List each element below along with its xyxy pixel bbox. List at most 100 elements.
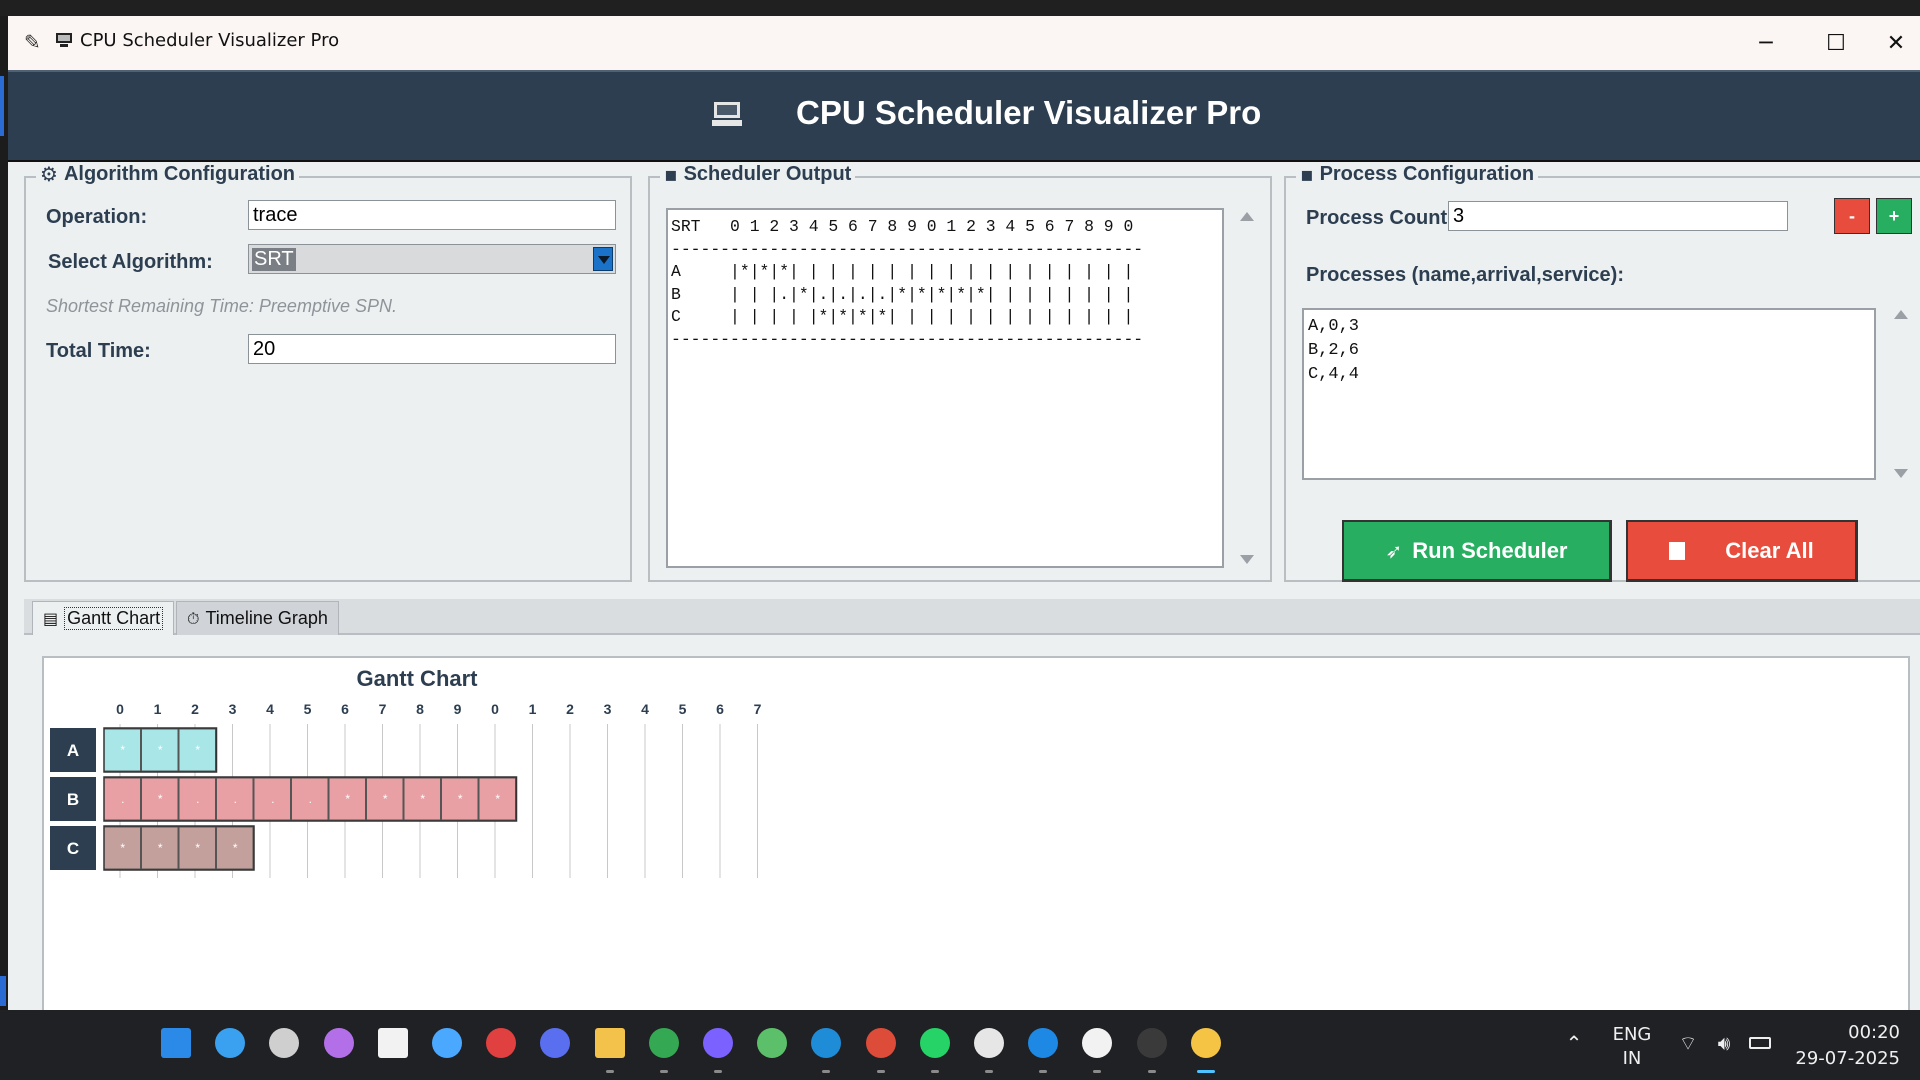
scroll-down-icon[interactable] bbox=[1894, 469, 1908, 478]
language-indicator[interactable]: ENG bbox=[1610, 1024, 1654, 1045]
maps-icon bbox=[648, 1028, 679, 1058]
scroll-up-icon[interactable] bbox=[1240, 212, 1254, 221]
operation-input[interactable]: trace bbox=[248, 200, 616, 230]
show-hidden-icons-button[interactable]: ⌃ bbox=[1554, 1023, 1594, 1063]
gantt-cell-label: . bbox=[271, 792, 274, 806]
algorithm-config-title-text: Algorithm Configuration bbox=[63, 162, 296, 185]
run-scheduler-label: Run Scheduler bbox=[1412, 537, 1568, 563]
row-label: B bbox=[67, 790, 79, 809]
taskbar-edge-icon[interactable] bbox=[806, 1023, 846, 1073]
windows-start-icon bbox=[161, 1028, 191, 1058]
total-time-label: Total Time: bbox=[46, 340, 151, 362]
taskbar-help-icon[interactable] bbox=[427, 1023, 467, 1063]
processes-content: A,0,3 B,2,6 C,4,4 bbox=[1308, 317, 1360, 384]
scheduler-output-panel: ▪ Scheduler Output SRT 0 1 2 3 4 5 6 7 8… bbox=[648, 162, 1272, 582]
taskbar-file-explorer-icon[interactable] bbox=[590, 1023, 630, 1073]
taskbar-vscode-icon[interactable] bbox=[1023, 1023, 1063, 1073]
title-bar: ✎ CPU Scheduler Visualizer Pro ─ ☐ ✕ bbox=[8, 16, 1920, 70]
close-button[interactable]: ✕ bbox=[1872, 16, 1920, 70]
taskbar-search-icon[interactable] bbox=[210, 1023, 250, 1063]
processes-textarea[interactable]: A,0,3 B,2,6 C,4,4 bbox=[1302, 308, 1876, 480]
decrement-button[interactable]: - bbox=[1834, 198, 1870, 234]
tick-label: 7 bbox=[379, 701, 387, 717]
help-icon bbox=[432, 1028, 462, 1058]
algorithm-config-title: ⚙ Algorithm Configuration bbox=[36, 162, 300, 186]
scroll-up-icon[interactable] bbox=[1894, 310, 1908, 319]
app-header: CPU Scheduler Visualizer Pro bbox=[8, 70, 1920, 162]
gantt-cell-label: * bbox=[383, 792, 388, 806]
taskbar-chrome-icon[interactable] bbox=[861, 1023, 901, 1073]
taskbar-gemini-icon[interactable] bbox=[698, 1023, 738, 1073]
scroll-down-icon[interactable] bbox=[1240, 555, 1254, 564]
increment-button[interactable]: + bbox=[1876, 198, 1912, 234]
taskbar-chatgpt-icon[interactable] bbox=[969, 1023, 1009, 1073]
process-count-label: Process Count: bbox=[1306, 207, 1454, 229]
whatsapp-icon bbox=[919, 1028, 950, 1058]
volume-icon[interactable]: 🔊︎ bbox=[1704, 1023, 1744, 1063]
run-scheduler-button[interactable]: ➶ Run Scheduler bbox=[1342, 520, 1612, 582]
taskbar-microsoft-store-icon[interactable] bbox=[373, 1023, 413, 1063]
taskbar-visual-studio-icon[interactable] bbox=[535, 1023, 575, 1063]
clear-all-button[interactable]: Clear All bbox=[1626, 520, 1858, 582]
taskbar-copilot-icon[interactable] bbox=[319, 1023, 359, 1063]
file-explorer-icon bbox=[594, 1028, 625, 1058]
font-app-icon bbox=[1082, 1028, 1113, 1058]
gantt-chart: Gantt Chart 0 1 2 3 4 5 6 7 8 9 0 1 2 3 4 5 6 7 A * * * B. *....… bbox=[50, 666, 762, 878]
tick-label: 1 bbox=[529, 701, 537, 717]
maximize-icon: ☐ bbox=[1826, 30, 1846, 56]
rocket-icon: ➶ bbox=[1385, 538, 1403, 563]
maximize-button[interactable]: ☐ bbox=[1802, 16, 1870, 70]
algorithm-label: Select Algorithm: bbox=[48, 251, 213, 273]
taskbar-maps-icon[interactable] bbox=[644, 1023, 684, 1073]
notebook-tabbar: ▤ Gantt Chart ⏱ Timeline Graph bbox=[24, 599, 1920, 635]
gantt-cell-label: * bbox=[158, 792, 163, 806]
process-count-input[interactable]: 3 bbox=[1448, 201, 1788, 231]
mathworks-icon bbox=[486, 1028, 517, 1058]
taskbar-task-view-icon[interactable] bbox=[264, 1023, 304, 1063]
gantt-cell-label: * bbox=[120, 743, 125, 757]
taskbar-terminal-icon[interactable] bbox=[1132, 1023, 1172, 1073]
algorithm-select[interactable]: SRT bbox=[248, 244, 616, 274]
microsoft-store-icon bbox=[377, 1028, 408, 1058]
gantt-cell-label: * bbox=[158, 743, 163, 757]
tick-label: 7 bbox=[754, 701, 762, 717]
gemini-icon bbox=[703, 1028, 733, 1058]
tick-label: 0 bbox=[116, 701, 124, 717]
taskbar-whatsapp-icon[interactable] bbox=[915, 1023, 955, 1073]
gantt-cell-label: * bbox=[158, 841, 163, 855]
gantt-cell-label: * bbox=[195, 841, 200, 855]
wifi-icon[interactable]: ⌔ bbox=[1668, 1023, 1708, 1063]
taskbar-mathworks-icon[interactable] bbox=[481, 1023, 521, 1063]
close-icon: ✕ bbox=[1886, 30, 1906, 56]
stopwatch-icon: ⏱ bbox=[187, 608, 200, 628]
total-time-input[interactable]: 20 bbox=[248, 334, 616, 364]
taskbar-people-icon[interactable] bbox=[752, 1023, 792, 1063]
row-label: A bbox=[67, 741, 79, 760]
tick-label: 5 bbox=[679, 701, 687, 717]
people-icon bbox=[757, 1028, 788, 1058]
battery-icon[interactable] bbox=[1740, 1023, 1780, 1063]
clock-time[interactable]: 00:20 bbox=[1796, 1022, 1900, 1043]
tab-gantt-chart[interactable]: ▤ Gantt Chart bbox=[32, 601, 175, 635]
gear-icon: ⚙ bbox=[40, 162, 58, 186]
vscode-icon bbox=[1028, 1028, 1059, 1058]
tick-label: 4 bbox=[266, 701, 274, 717]
chevron-down-icon[interactable] bbox=[593, 247, 613, 271]
clock-date[interactable]: 29-07-2025 bbox=[1790, 1048, 1900, 1069]
minimize-button[interactable]: ─ bbox=[1732, 16, 1800, 70]
tick-label: 0 bbox=[491, 701, 499, 717]
taskbar-windows-start-icon[interactable] bbox=[156, 1023, 196, 1063]
clipboard-icon: ▪ bbox=[1300, 162, 1314, 186]
tick-label: 3 bbox=[229, 701, 237, 717]
tick-label: 4 bbox=[641, 701, 649, 717]
scheduler-output-text[interactable]: SRT 0 1 2 3 4 5 6 7 8 9 0 1 2 3 4 5 6 7 … bbox=[666, 208, 1224, 568]
chrome-icon bbox=[865, 1028, 896, 1058]
taskbar-font-app-icon[interactable] bbox=[1077, 1023, 1117, 1073]
taskbar-python-icon[interactable] bbox=[1186, 1023, 1226, 1073]
trash-icon bbox=[1669, 541, 1686, 560]
output-scrollbar[interactable] bbox=[1236, 212, 1256, 564]
processes-scrollbar[interactable] bbox=[1890, 310, 1910, 478]
tab-timeline-graph[interactable]: ⏱ Timeline Graph bbox=[176, 601, 339, 635]
copilot-icon bbox=[323, 1028, 354, 1058]
chatgpt-icon bbox=[974, 1028, 1004, 1058]
